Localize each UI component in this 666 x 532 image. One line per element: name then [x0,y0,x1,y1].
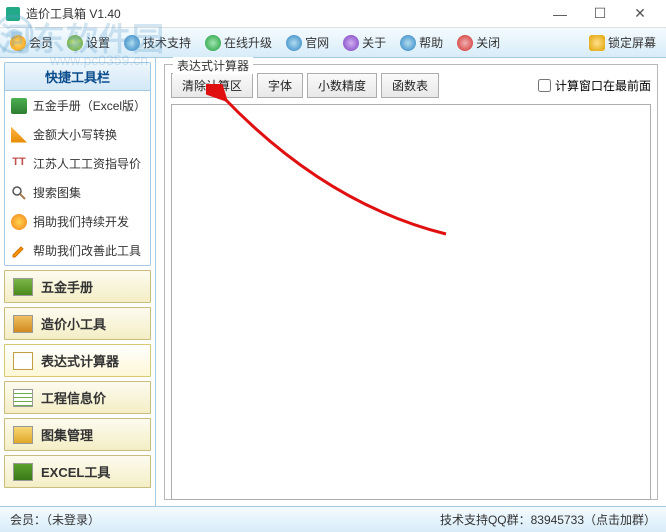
clear-calc-button[interactable]: 清除计算区 [171,73,253,98]
calc-button-row: 清除计算区 字体 小数精度 函数表 计算窗口在最前面 [171,73,651,98]
question-icon [400,35,416,51]
sidebar-item-label: 五金手册（Excel版） [33,97,144,114]
sidebar-item-label: 搜索图集 [33,184,81,201]
info-icon [343,35,359,51]
sidebar-item-search-atlas[interactable]: 搜索图集 [5,178,150,207]
excel-icon [11,98,27,114]
nav-cost-tools[interactable]: 造价小工具 [4,307,151,340]
tt-icon: TT [11,156,27,172]
checkbox-text: 计算窗口在最前面 [555,77,651,94]
sidebar-item-label: 江苏人工工资指导价 [33,155,141,172]
group-title: 表达式计算器 [173,57,253,74]
sidebar-item-label: 捐助我们持续开发 [33,213,129,230]
quick-tool-header: 快捷工具栏 [5,63,150,91]
sidebar-item-label: 帮助我们改善此工具 [33,242,141,259]
nav-hardware-manual[interactable]: 五金手册 [4,270,151,303]
sidebar-item-donate[interactable]: 捐助我们持续开发 [5,207,150,236]
calculator-group: 表达式计算器 清除计算区 字体 小数精度 函数表 计算窗口在最前面 [164,64,658,500]
status-bar: 会员：（未登录） 技术支持QQ群：83945733（点击加群） [0,506,666,532]
close-window-button[interactable]: ✕ [620,0,660,28]
online-upgrade-button[interactable]: 在线升级 [199,32,278,53]
window-title: 造价工具箱 V1.40 [26,5,540,22]
page-icon [13,352,33,370]
topmost-checkbox-label[interactable]: 计算窗口在最前面 [538,77,651,94]
sidebar-item-hardware-manual[interactable]: 五金手册（Excel版） [5,91,150,120]
close-icon [457,35,473,51]
pencil-icon [11,243,27,259]
right-panel: 表达式计算器 清除计算区 字体 小数精度 函数表 计算窗口在最前面 [156,58,666,506]
nav-project-price[interactable]: 工程信息价 [4,381,151,414]
sidebar-item-label: 金额大小写转换 [33,126,117,143]
home-icon [286,35,302,51]
about-button[interactable]: 关于 [337,32,392,53]
minimize-button[interactable]: — [540,0,580,28]
sidebar-item-feedback[interactable]: 帮助我们改善此工具 [5,236,150,265]
expression-editor[interactable] [171,104,651,500]
book-green-icon [13,278,33,296]
title-bar: 造价工具箱 V1.40 — ☐ ✕ [0,0,666,28]
medal-icon [11,214,27,230]
quick-tool-box: 快捷工具栏 五金手册（Excel版） 金额大小写转换 TT 江苏人工工资指导价 搜… [4,62,151,266]
function-table-button[interactable]: 函数表 [381,73,439,98]
precision-button[interactable]: 小数精度 [307,73,377,98]
main-content: 快捷工具栏 五金手册（Excel版） 金额大小写转换 TT 江苏人工工资指导价 搜… [0,58,666,506]
settings-button[interactable]: 设置 [61,32,116,53]
lock-screen-button[interactable]: 锁定屏幕 [583,32,662,53]
status-member: 会员：（未登录） [10,511,100,528]
headset-icon [124,35,140,51]
app-icon [6,7,20,21]
help-button[interactable]: 帮助 [394,32,449,53]
globe-upgrade-icon [205,35,221,51]
search-icon [11,185,27,201]
main-toolbar: 会员 设置 技术支持 在线升级 官网 关于 帮助 关闭 锁定屏幕 [0,28,666,58]
excel-nav-icon [13,463,33,481]
ruler-icon [11,127,27,143]
sidebar-item-labor-price[interactable]: TT 江苏人工工资指导价 [5,149,150,178]
tech-support-button[interactable]: 技术支持 [118,32,197,53]
folder-icon [13,426,33,444]
lock-icon [589,35,605,51]
gear-icon [67,35,83,51]
nav-expression-calc[interactable]: 表达式计算器 [4,344,151,377]
nav-excel-tools[interactable]: EXCEL工具 [4,455,151,488]
font-button[interactable]: 字体 [257,73,303,98]
member-button[interactable]: 会员 [4,32,59,53]
ruler-orange-icon [13,315,33,333]
member-icon [10,35,26,51]
sidebar-item-amount-convert[interactable]: 金额大小写转换 [5,120,150,149]
topmost-checkbox[interactable] [538,79,551,92]
website-button[interactable]: 官网 [280,32,335,53]
status-qq-group[interactable]: 技术支持QQ群：83945733（点击加群） [440,511,656,528]
left-panel: 快捷工具栏 五金手册（Excel版） 金额大小写转换 TT 江苏人工工资指导价 搜… [0,58,156,506]
nav-atlas-manage[interactable]: 图集管理 [4,418,151,451]
maximize-button[interactable]: ☐ [580,0,620,28]
close-app-button[interactable]: 关闭 [451,32,506,53]
table-green-icon [13,389,33,407]
